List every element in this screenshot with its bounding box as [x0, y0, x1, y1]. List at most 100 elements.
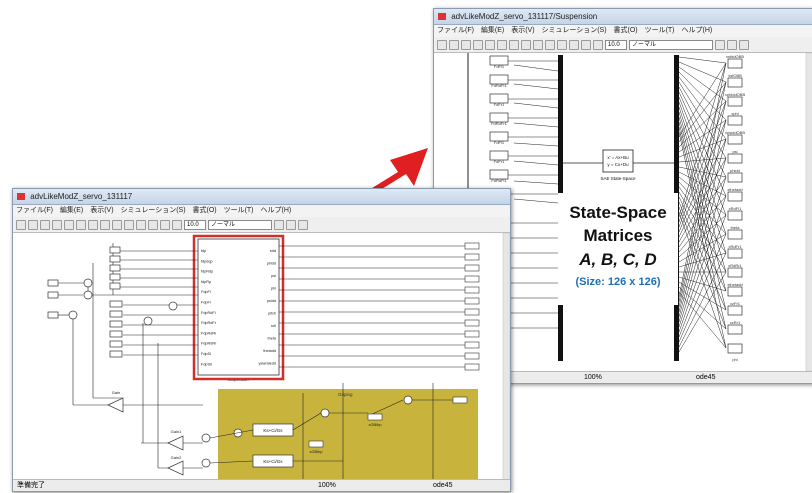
highlight-out-label-1: xGBlbp	[368, 422, 382, 427]
right-block-label-2: xphiddOBB	[725, 92, 746, 97]
stop-icon-front[interactable]	[172, 219, 182, 230]
debug-icon-front[interactable]	[298, 219, 308, 230]
menu-simulation-front[interactable]: シミュレーション(S)	[121, 207, 186, 214]
callout-title-1: State-Space	[569, 203, 666, 222]
subsystem-input-label: FdpRdRr	[201, 342, 217, 346]
redo-icon[interactable]	[569, 39, 579, 50]
new-model-icon-front[interactable]	[16, 219, 26, 230]
stop-time-field[interactable]: 10.0	[605, 39, 627, 50]
right-block-label-8: xRdFl1	[729, 206, 742, 211]
play-icon[interactable]	[581, 39, 591, 50]
library-browser-icon[interactable]	[715, 39, 725, 50]
sim-mode-select-front[interactable]: ノーマル	[208, 219, 272, 230]
highlight-label: Griping	[338, 392, 353, 397]
model-explorer-icon[interactable]	[727, 39, 737, 50]
paste-icon[interactable]	[509, 39, 519, 50]
output-port	[464, 264, 480, 272]
right-block-label-11: xRdRr1	[728, 263, 742, 268]
right-block-label-9: theta	[731, 225, 741, 230]
gain-block-0[interactable]	[107, 397, 124, 413]
print-icon-front[interactable]	[52, 219, 62, 230]
model-scrollbar[interactable]	[502, 233, 510, 480]
paste-icon-front[interactable]	[88, 219, 98, 230]
suspension-window-titlebar[interactable]: advLikeModZ_servo_131117/Suspension	[434, 9, 812, 25]
menu-edit[interactable]: 編集(E)	[481, 27, 504, 34]
gain-label-1: Gain1	[171, 429, 182, 434]
fan-line	[678, 252, 727, 348]
output-port	[464, 297, 480, 305]
menu-tools[interactable]: ツール(T)	[645, 27, 675, 34]
copy-icon[interactable]	[497, 39, 507, 50]
left-block-label-4: FdFl1	[494, 140, 505, 145]
subsystem-output-label: sdd	[270, 249, 276, 253]
up-icon-front[interactable]	[124, 219, 134, 230]
debug-icon[interactable]	[739, 39, 749, 50]
gain-block-2[interactable]	[167, 460, 184, 476]
up-icon[interactable]	[545, 39, 555, 50]
state-space-block[interactable]	[602, 149, 634, 173]
copy-icon-front[interactable]	[76, 219, 86, 230]
input-wiring	[58, 243, 203, 469]
menu-format[interactable]: 書式(O)	[614, 27, 638, 34]
stop-time-field-front[interactable]: 10.0	[184, 219, 206, 230]
gain-block-1[interactable]	[167, 435, 184, 451]
sim-mode-select[interactable]: ノーマル	[629, 39, 713, 50]
subsystem-input-label: fdpdqp	[201, 259, 213, 263]
new-model-icon[interactable]	[437, 39, 447, 50]
right-block-label-15: phi	[732, 357, 737, 362]
model-diagram: Griping Suspension fdpfdpdqpfdpRdpfdpRpF…	[47, 233, 510, 480]
ss-block-line-2: y = Cx+Du	[607, 162, 629, 167]
undo-icon[interactable]	[557, 39, 567, 50]
menu-edit-front[interactable]: 編集(E)	[60, 207, 83, 214]
play-icon-front[interactable]	[160, 219, 170, 230]
undo-icon-front[interactable]	[136, 219, 146, 230]
model-menubar: ファイル(F) 編集(E) 表示(V) シミュレーション(S) 書式(O) ツー…	[13, 205, 510, 217]
library-browser-icon-front[interactable]	[274, 219, 284, 230]
open-folder-icon[interactable]	[449, 39, 459, 50]
menu-tools-front[interactable]: ツール(T)	[224, 207, 254, 214]
stop-icon[interactable]	[593, 39, 603, 50]
menu-help[interactable]: ヘルプ(H)	[681, 27, 712, 34]
suspension-toolbar: 10.0 ノーマル	[434, 37, 812, 53]
suspension-status-solver: ode45	[696, 374, 716, 381]
model-explorer-icon-front[interactable]	[286, 219, 296, 230]
forward-icon[interactable]	[533, 39, 543, 50]
cut-icon-front[interactable]	[64, 219, 74, 230]
right-block-label-13: xzFr1	[730, 301, 741, 306]
menu-format-front[interactable]: 書式(O)	[193, 207, 217, 214]
subsystem-input-label: fdpRdp	[201, 270, 213, 274]
right-block-label-5: psi	[732, 149, 737, 154]
redo-icon-front[interactable]	[148, 219, 158, 230]
subsystem-input-label: FdpSI	[201, 352, 211, 356]
output-port	[464, 275, 480, 283]
back-icon-front[interactable]	[100, 219, 110, 230]
subsystem-input-label: FdpSII	[201, 362, 212, 366]
print-icon[interactable]	[473, 39, 483, 50]
save-icon[interactable]	[461, 39, 471, 50]
subsystem-input-label: FdpRdRl	[201, 331, 216, 335]
back-icon[interactable]	[521, 39, 531, 50]
right-block-label-1: xsfOBB	[728, 73, 742, 78]
save-icon-front[interactable]	[40, 219, 50, 230]
ss-block-line-1: x' = Ax+Bu	[607, 155, 629, 160]
fan-line	[678, 157, 727, 163]
menu-view-front[interactable]: 表示(V)	[90, 207, 113, 214]
right-output-ports	[279, 242, 480, 371]
forward-icon-front[interactable]	[112, 219, 122, 230]
left-block-label-1: FdRdFl1	[491, 83, 507, 88]
suspension-scrollbar[interactable]	[805, 53, 812, 371]
menu-file[interactable]: ファイル(F)	[437, 27, 474, 34]
cut-icon[interactable]	[485, 39, 495, 50]
menu-file-front[interactable]: ファイル(F)	[16, 207, 53, 214]
simulink-app-icon-front	[17, 193, 25, 201]
open-folder-icon-front[interactable]	[28, 219, 38, 230]
model-window-titlebar[interactable]: advLikeModZ_servo_131117	[13, 189, 510, 205]
menu-help-front[interactable]: ヘルプ(H)	[260, 207, 291, 214]
callout-size: (Size: 126 x 126)	[576, 276, 661, 288]
fan-line	[678, 101, 727, 235]
right-block-label-4: xpsiddOBB	[725, 130, 745, 135]
menu-simulation[interactable]: シミュレーション(S)	[542, 27, 607, 34]
menu-view[interactable]: 表示(V)	[511, 27, 534, 34]
fan-line	[678, 201, 727, 311]
model-statusbar: 準備完了 100% ode45	[13, 479, 510, 491]
